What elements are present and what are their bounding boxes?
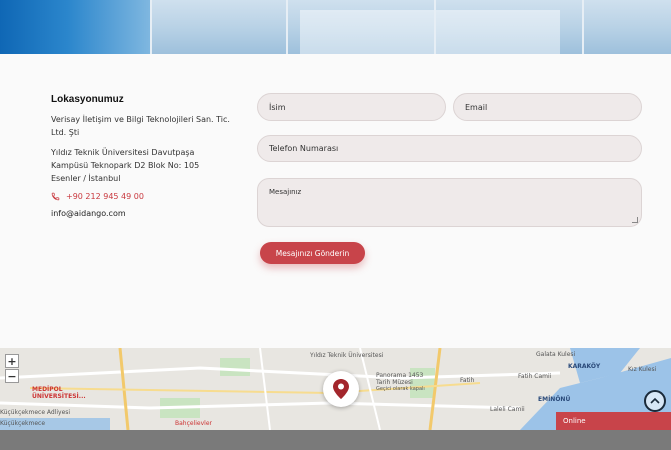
message-placeholder: Mesajınız	[269, 188, 302, 196]
contact-section: Lokasyonumuz Verisay İletişim ve Bilgi T…	[0, 54, 671, 348]
chat-widget-online[interactable]: Online	[556, 412, 671, 430]
map-label-laleli: Laleli Camii	[490, 406, 525, 413]
hero-window-frame	[434, 0, 436, 54]
map-label-kucukcekmece: Küçükçekmece	[0, 420, 46, 427]
map-label-bahcelievler: Bahçelievler	[175, 420, 212, 427]
map-label-kucukcekmece-adliye: Küçükçekmece Adliyesi	[0, 409, 71, 416]
map-pin-icon	[333, 379, 349, 399]
map-label-galata: Galata Kulesi	[536, 351, 576, 358]
location-pin[interactable]	[323, 371, 359, 407]
company-name: Verisay İletişim ve Bilgi Teknolojileri …	[51, 115, 230, 137]
footer-bar	[0, 430, 671, 450]
phone-link[interactable]: +90 212 945 49 00	[51, 192, 231, 201]
phone-input[interactable]: Telefon Numarası	[257, 135, 642, 162]
submit-button[interactable]: Mesajınızı Gönderin	[260, 242, 365, 264]
email-input[interactable]: Email	[453, 93, 642, 121]
map-label-eminonu: EMİNÖNÜ	[538, 396, 571, 403]
address-block: Lokasyonumuz Verisay İletişim ve Bilgi T…	[51, 94, 231, 218]
hero-glare	[300, 10, 560, 54]
chevron-up-icon	[650, 397, 660, 404]
hero-window-frame	[582, 0, 584, 54]
message-textarea[interactable]: Mesajınız	[257, 178, 642, 227]
map-label-fatih-camii: Fatih Camii	[518, 373, 552, 380]
phone-icon	[51, 192, 60, 201]
phone-number: +90 212 945 49 00	[66, 192, 144, 201]
map-label-medipol: MEDİPOL ÜNİVERSİTESİ...	[32, 386, 86, 400]
hero-glass-panel	[0, 0, 150, 54]
email-link[interactable]: info@aidango.com	[51, 209, 231, 218]
hero-window-frame	[150, 0, 152, 54]
hero-window-frame	[286, 0, 288, 54]
map-label-kizkulesi: Kız Kulesi	[628, 366, 657, 373]
zoom-out-button[interactable]: −	[5, 369, 19, 383]
location-heading: Lokasyonumuz	[51, 94, 124, 105]
resize-handle[interactable]	[632, 217, 638, 223]
map-label-yildiz: Yıldız Teknik Üniversitesi	[310, 352, 384, 359]
scroll-to-top-button[interactable]	[644, 390, 666, 412]
park-area	[220, 358, 250, 376]
company-address: Yıldız Teknik Üniversitesi Davutpaşa Kam…	[51, 148, 200, 183]
map-label-karakoy: KARAKÖY	[568, 363, 601, 370]
zoom-in-button[interactable]: +	[5, 354, 19, 368]
hero-banner	[0, 0, 671, 54]
map-label-panorama-sub: Geçici olarak kapalı	[376, 386, 425, 392]
map-label-panorama: Panorama 1453 Tarih Müzesi	[376, 372, 424, 386]
map-label-fatih: Fatih	[460, 377, 475, 384]
name-input[interactable]: İsim	[257, 93, 446, 121]
